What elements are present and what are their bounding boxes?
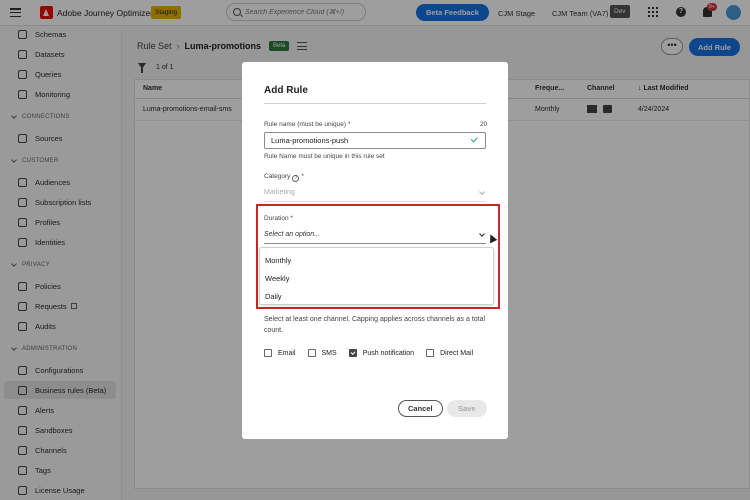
dialog-divider [264, 103, 486, 104]
cancel-button[interactable]: Cancel [398, 400, 443, 417]
char-count: 20 [480, 121, 488, 128]
duration-dropdown-menu: Monthly Weekly Daily [259, 247, 494, 305]
duration-option-weekly[interactable]: Weekly [265, 274, 289, 283]
channel-note: Select at least one channel. Capping app… [264, 316, 486, 334]
rule-name-label: Rule name (must be unique) * [264, 121, 351, 128]
email-checkbox[interactable] [264, 349, 272, 357]
channel-email[interactable]: Email [264, 349, 296, 357]
category-label: Category? * [264, 173, 304, 182]
info-icon[interactable]: ? [292, 175, 300, 182]
duration-option-daily[interactable]: Daily [265, 292, 282, 301]
add-rule-dialog: Add Rule Rule name (must be unique) * 20… [242, 62, 508, 439]
chevron-down-icon [479, 231, 485, 237]
channel-direct-mail[interactable]: Direct Mail [426, 349, 473, 357]
direct-mail-checkbox[interactable] [426, 349, 435, 357]
category-select: Marketing [264, 186, 486, 202]
push-checkbox[interactable] [348, 349, 357, 357]
duration-select[interactable]: Select an option... [264, 228, 486, 244]
save-button[interactable]: Save [447, 400, 487, 417]
dialog-title: Add Rule [264, 85, 308, 96]
duration-label: Duration * [264, 215, 293, 222]
channel-sms[interactable]: SMS [307, 349, 337, 357]
channel-push[interactable]: Push notification [348, 349, 414, 357]
duration-option-monthly[interactable]: Monthly [265, 256, 291, 265]
channel-checkboxes: Email SMS Push notification Direct Mail [264, 349, 485, 357]
rule-name-helper: Rule Name must be unique in this rule se… [264, 153, 385, 160]
sms-checkbox[interactable] [307, 349, 316, 357]
rule-name-input[interactable] [264, 132, 486, 149]
chevron-down-icon [479, 189, 485, 195]
